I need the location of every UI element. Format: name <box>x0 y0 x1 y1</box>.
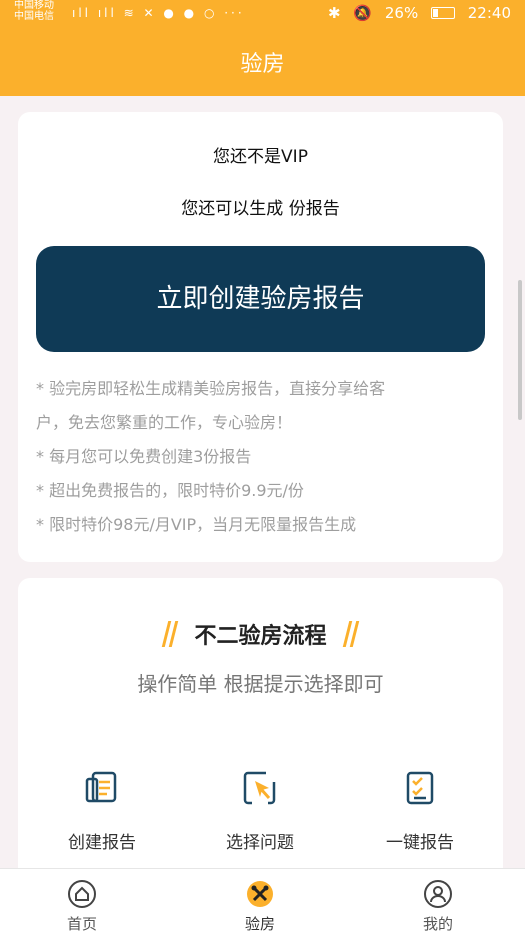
status-right: ✱ 🔕 26% 22:40 <box>320 4 511 22</box>
note-line: * 每月您可以免费创建3份报告 <box>36 447 252 466</box>
note-line: * 超出免费报告的，限时特价9.9元/份 <box>36 481 304 500</box>
battery-percent: 26% <box>384 4 419 22</box>
step-label: 一键报告 <box>386 833 454 853</box>
process-subtitle: 操作简单 根据提示选择即可 <box>137 672 384 696</box>
remaining-reports-text: 您还可以生成 份报告 <box>181 199 340 219</box>
carrier-1: 中国移动 <box>14 0 54 11</box>
mute-icon: 🔕 <box>353 4 373 22</box>
carrier-2: 中国电信 <box>14 11 54 22</box>
tools-icon <box>245 879 275 909</box>
vip-card: 您还不是VIP 您还可以生成 份报告 立即创建验房报告 * 验完房即轻松生成精美… <box>18 112 503 562</box>
step-label: 创建报告 <box>68 833 136 853</box>
step-select-issue: 选择问题 <box>180 768 340 853</box>
bluetooth-icon: ✱ <box>328 4 341 22</box>
tab-inspection[interactable]: 验房 <box>200 879 320 934</box>
clock: 22:40 <box>467 4 511 22</box>
tab-label: 首页 <box>66 915 97 933</box>
notes-list: * 验完房即轻松生成精美验房报告，直接分享给客 户，免去您繁重的工作，专心验房！… <box>36 372 486 542</box>
scrollbar[interactable] <box>518 280 522 420</box>
app-header: 验房 <box>0 26 525 96</box>
page-title: 验房 <box>240 52 285 77</box>
step-label: 选择问题 <box>226 833 294 853</box>
process-card: 不二验房流程 操作简单 根据提示选择即可 创建报告 选择问题 一键报告 <box>18 578 503 908</box>
bottom-tab-bar: 首页 验房 我的 <box>0 868 525 940</box>
note-line: * 验完房即轻松生成精美验房报告，直接分享给客 <box>36 379 386 398</box>
user-icon <box>423 879 453 909</box>
note-line: * 限时特价98元/月VIP，当月无限量报告生成 <box>36 515 357 534</box>
note-line: 户，免去您繁重的工作，专心验房！ <box>36 413 293 432</box>
tab-label: 验房 <box>244 915 275 933</box>
document-icon <box>82 768 122 808</box>
vip-status-text: 您还不是VIP <box>213 147 308 167</box>
checklist-icon <box>400 768 440 808</box>
tab-label: 我的 <box>422 915 453 933</box>
step-create-report: 创建报告 <box>22 768 182 853</box>
process-title-row: 不二验房流程 <box>18 618 503 650</box>
battery-icon <box>430 7 455 19</box>
slash-decoration-icon <box>162 621 178 647</box>
tab-profile[interactable]: 我的 <box>378 879 498 934</box>
carrier-info: 中国移动 中国电信 <box>14 0 54 22</box>
signal-icons: ıll ıll ≋ ✕ ● ● ○ ··· <box>72 6 245 20</box>
cursor-select-icon <box>240 768 280 808</box>
tab-home[interactable]: 首页 <box>22 879 142 934</box>
process-title: 不二验房流程 <box>194 624 327 649</box>
status-bar: 中国移动 中国电信 ıll ıll ≋ ✕ ● ● ○ ··· ✱ 🔕 26% … <box>0 0 525 26</box>
step-one-click-report: 一键报告 <box>340 768 500 853</box>
slash-decoration-icon <box>343 621 359 647</box>
create-report-button[interactable]: 立即创建验房报告 <box>36 246 485 352</box>
home-icon <box>67 879 97 909</box>
